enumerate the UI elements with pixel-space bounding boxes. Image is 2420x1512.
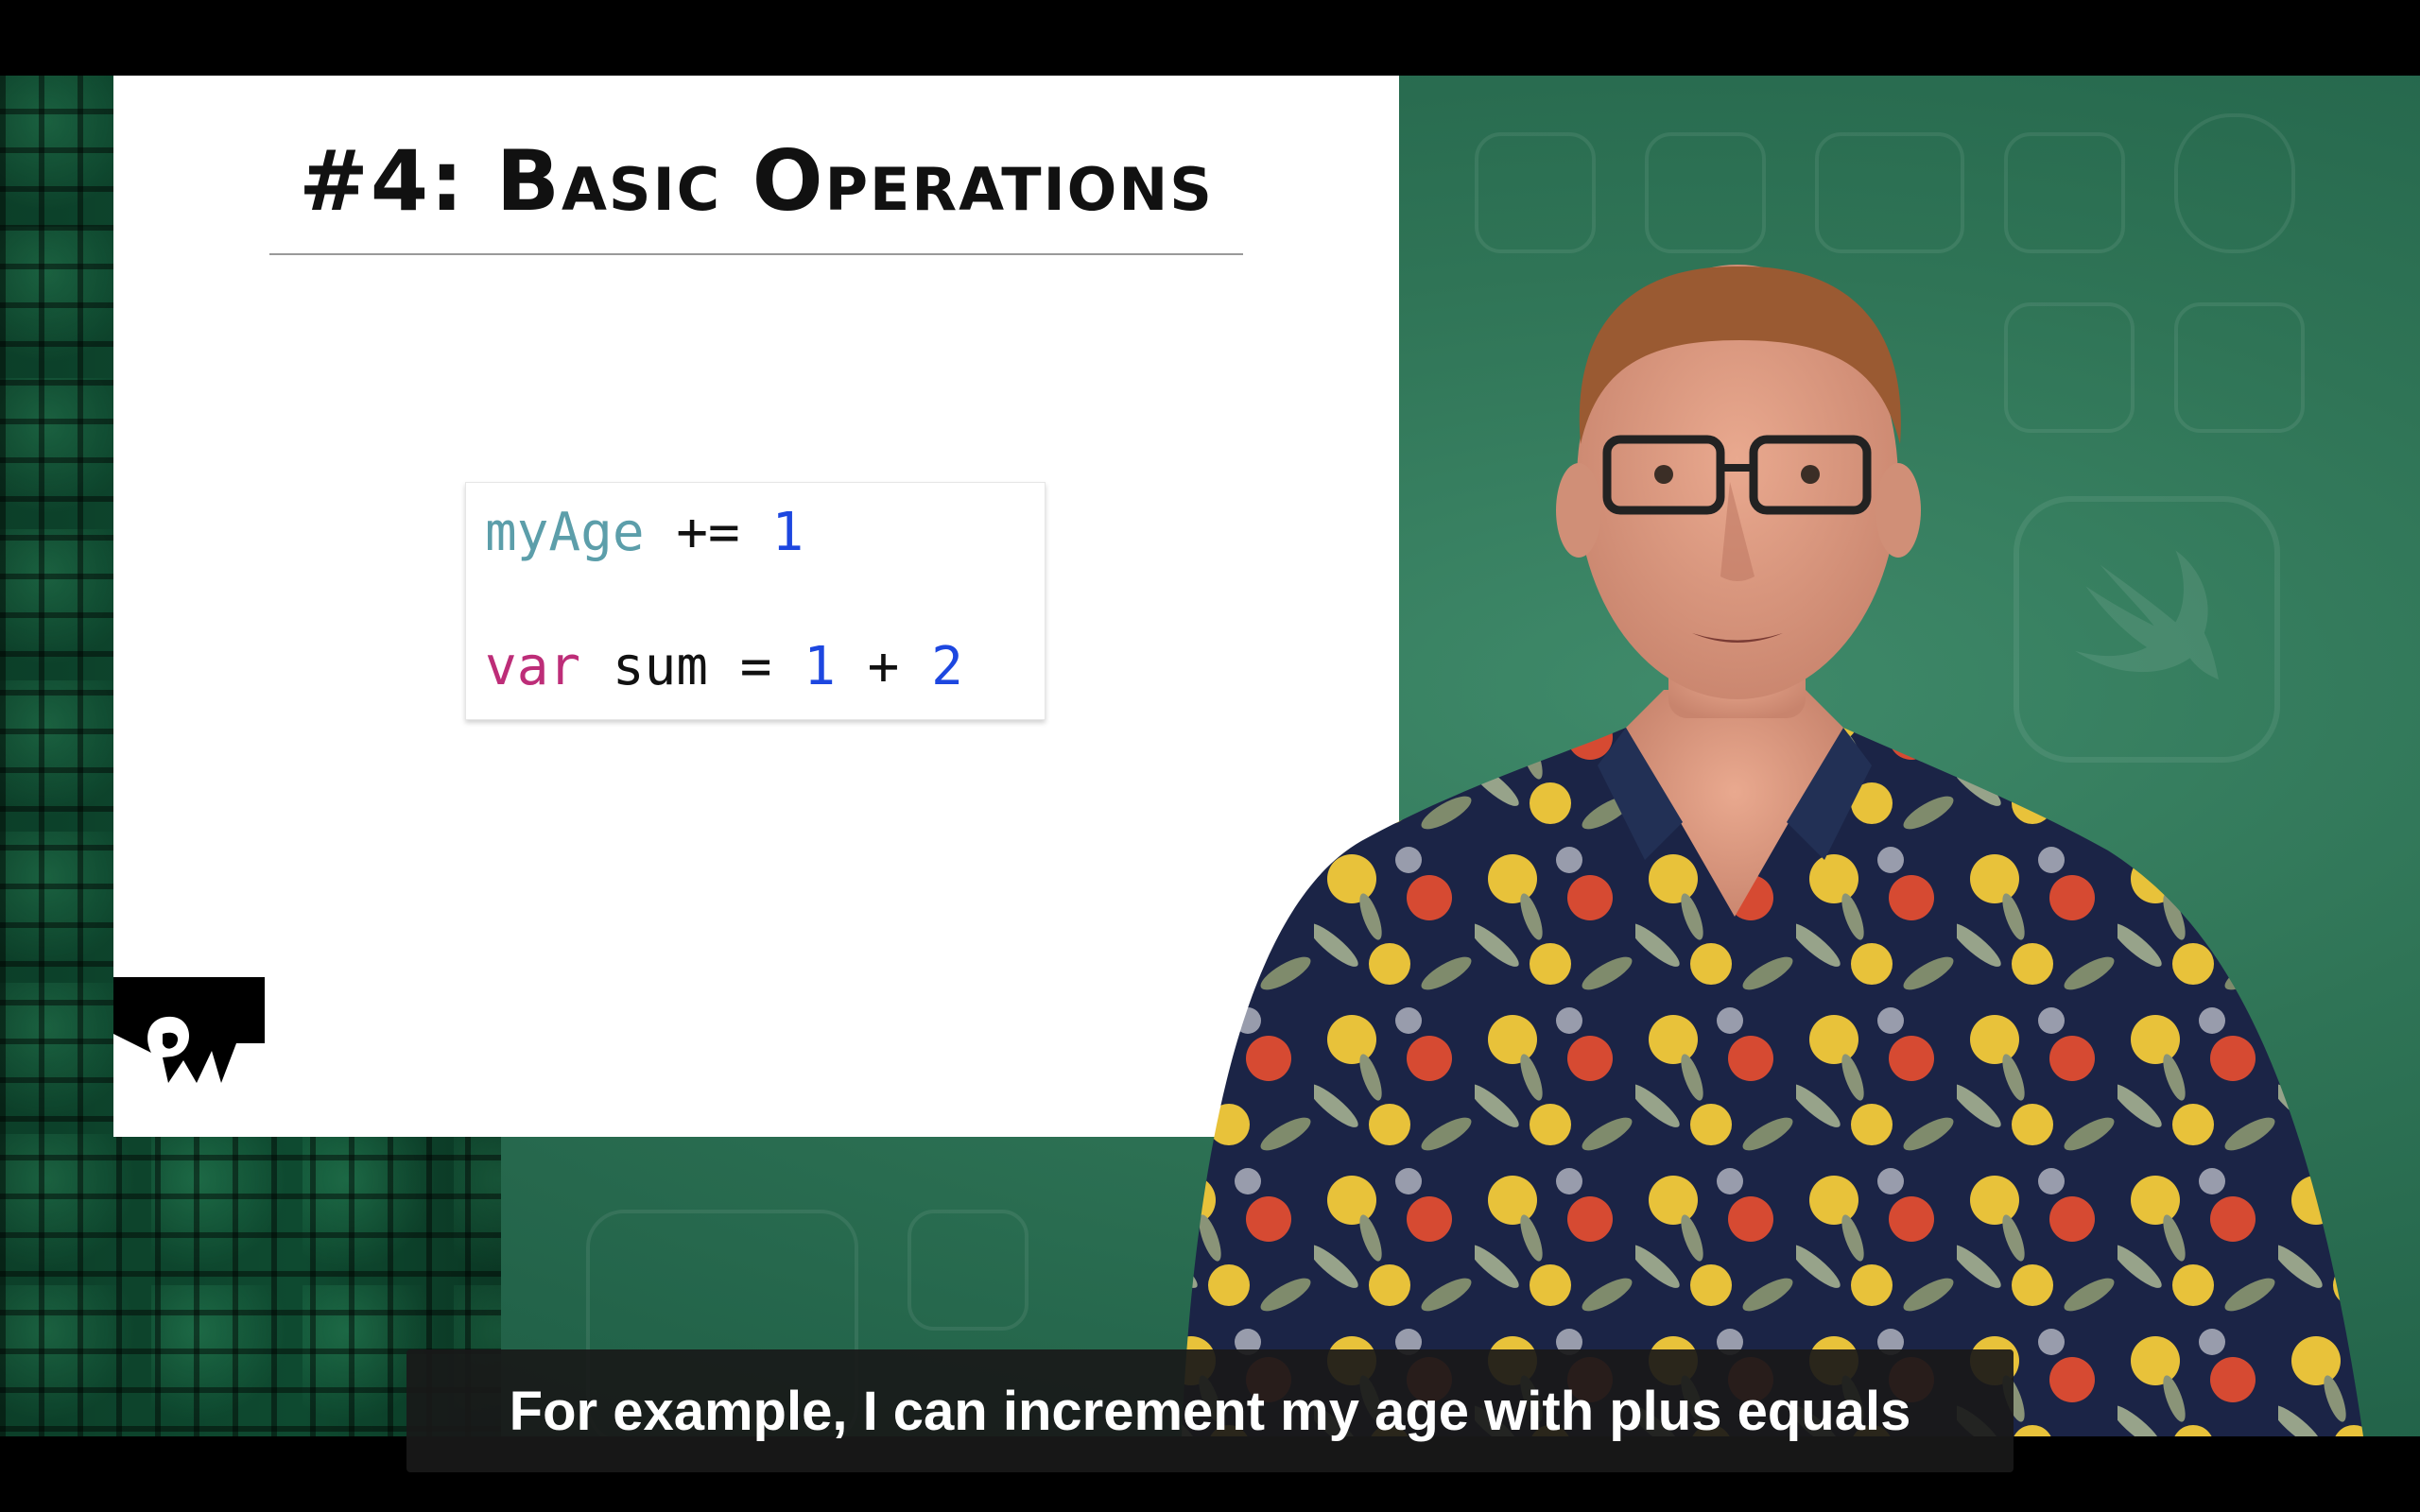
presenter-video [1182,265,2363,1436]
code-number: 1 [804,636,836,697]
code-operator: + [867,636,900,697]
code-operator: = [739,636,772,697]
rw-logo-icon [113,977,265,1137]
code-identifier: myAge [485,502,645,563]
wall-decoration-icon [908,1210,1028,1331]
code-line-increment: myAge += 1 [485,502,804,563]
code-snippet: myAge += 1 var sum = 1 + 2 [465,482,1046,720]
title-divider [269,253,1243,255]
caption-box: For example, I can increment my age with… [406,1349,2014,1472]
code-identifier: sum [612,636,709,697]
code-number: 2 [931,636,963,697]
code-operator: += [676,502,740,563]
caption-text: For example, I can increment my age with… [509,1380,1911,1442]
code-line-sum: var sum = 1 + 2 [485,636,963,697]
code-number: 1 [771,502,804,563]
code-keyword: var [485,636,581,697]
video-frame[interactable]: #4: Basic Operations myAge += 1 var sum … [0,76,2420,1436]
